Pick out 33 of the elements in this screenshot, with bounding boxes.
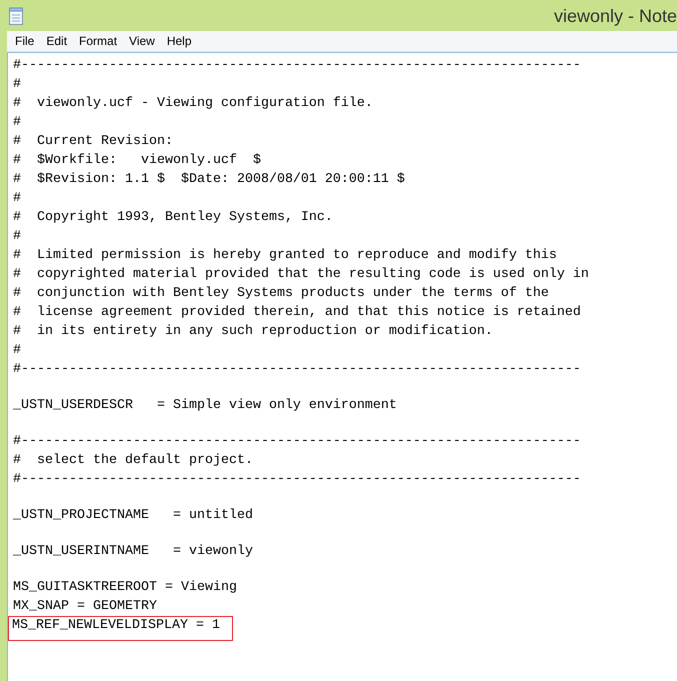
code-line: MX_SNAP = GEOMETRY: [12, 598, 158, 616]
code-line: # Limited permission is hereby granted to reproduce and modify this: [12, 247, 558, 265]
text-editor[interactable]: [7, 52, 677, 681]
code-line: #: [12, 76, 22, 94]
window-title: viewonly - Note: [554, 6, 677, 27]
code-line: #----------------------------------------------------------------------: [12, 433, 582, 451]
menu-item[interactable]: Help: [160, 32, 198, 50]
code-line: #----------------------------------------------------------------------: [12, 471, 582, 489]
code-line: MS_GUITASKTREEROOT = Viewing: [12, 579, 238, 597]
code-line: _USTN_PROJECTNAME = untitled: [12, 507, 254, 525]
menu-item[interactable]: Format: [73, 32, 124, 50]
code-line: #: [12, 114, 22, 132]
code-line: # viewonly.ucf - Viewing configuration file.: [12, 95, 374, 113]
code-line: # Current Revision:: [12, 133, 174, 151]
code-line: # $Workfile: viewonly.ucf $: [12, 152, 262, 170]
code-line: # $Revision: 1.1 $ $Date: 2008/08/01 20:00:11 $: [12, 171, 406, 189]
code-line: # in its entirety in any such reproduction or modification.: [12, 323, 494, 341]
menu-item[interactable]: File: [9, 32, 40, 50]
code-line: # license agreement provided therein, and that this notice is retained: [12, 304, 582, 322]
code-line: #----------------------------------------------------------------------: [12, 57, 582, 75]
code-line: #: [12, 342, 22, 360]
code-line: # copyrighted material provided that the resulting code is used only in: [12, 266, 590, 284]
code-line: # conjunction with Bentley Systems products under the terms of the: [12, 285, 550, 303]
notepad-icon: [8, 6, 24, 24]
code-line: #: [12, 190, 22, 208]
code-line: # Copyright 1993, Bentley Systems, Inc.: [12, 209, 334, 227]
menu-item[interactable]: View: [123, 32, 161, 50]
code-line: #----------------------------------------------------------------------: [12, 361, 582, 379]
code-line: #: [12, 228, 22, 246]
code-line: _USTN_USERDESCR = Simple view only environment: [12, 397, 398, 415]
code-line: _USTN_USERINTNAME = viewonly: [12, 543, 254, 561]
code-line: # select the default project.: [12, 452, 254, 470]
menu-item[interactable]: Edit: [40, 32, 74, 50]
